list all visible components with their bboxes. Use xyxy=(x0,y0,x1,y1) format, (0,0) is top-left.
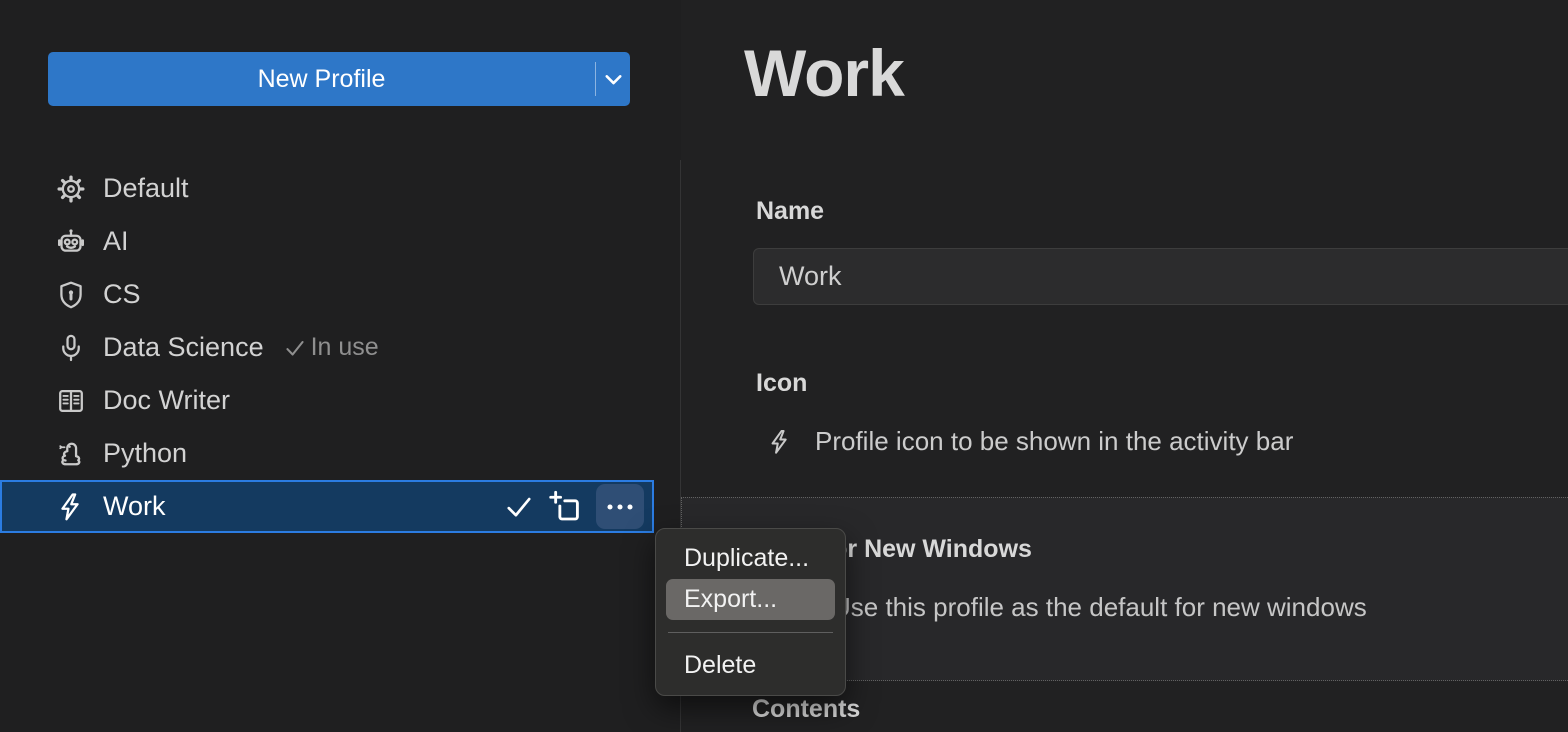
robot-icon xyxy=(55,226,87,258)
chevron-down-icon xyxy=(600,66,627,93)
zap-icon xyxy=(55,491,87,523)
menu-item-delete[interactable]: Delete xyxy=(666,645,835,686)
profile-row-data-science[interactable]: Data Science In use xyxy=(0,321,654,374)
menu-separator xyxy=(668,632,833,633)
profile-row-ai[interactable]: AI xyxy=(0,215,654,268)
profile-row-cs[interactable]: CS xyxy=(0,268,654,321)
new-window-button[interactable] xyxy=(548,489,584,525)
context-menu: Duplicate... Export... Delete xyxy=(655,528,846,696)
profile-row-default[interactable]: Default xyxy=(0,162,654,215)
mic-icon xyxy=(55,332,87,364)
in-use-badge: In use xyxy=(282,333,379,362)
new-windows-description: Use this profile as the default for new … xyxy=(832,592,1367,623)
profile-name: Python xyxy=(103,438,187,469)
contents-heading: Contents xyxy=(752,695,860,724)
profiles-sidebar: New Profile Default xyxy=(0,0,680,732)
profile-row-work[interactable]: Work xyxy=(0,480,654,533)
check-icon xyxy=(282,335,308,361)
menu-item-duplicate[interactable]: Duplicate... xyxy=(666,538,835,579)
shield-icon xyxy=(55,279,87,311)
profile-name: Work xyxy=(103,491,166,522)
name-label: Name xyxy=(756,197,824,226)
ellipsis-icon xyxy=(604,491,636,523)
snake-icon xyxy=(55,438,87,470)
profile-name: AI xyxy=(103,226,129,257)
profile-name-input[interactable] xyxy=(753,248,1568,305)
new-profile-button[interactable]: New Profile xyxy=(48,52,630,106)
profile-name: Doc Writer xyxy=(103,385,230,416)
new-profile-button-label[interactable]: New Profile xyxy=(48,52,595,106)
in-use-label: In use xyxy=(311,333,379,362)
profile-name: CS xyxy=(103,279,141,310)
gear-icon xyxy=(55,173,87,205)
profile-row-doc-writer[interactable]: Doc Writer xyxy=(0,374,654,427)
new-windows-row: Use this profile as the default for new … xyxy=(800,592,1367,623)
icon-label: Icon xyxy=(756,369,807,398)
book-icon xyxy=(55,385,87,417)
row-actions xyxy=(502,484,644,529)
active-check-icon xyxy=(502,490,536,524)
profile-list: Default AI xyxy=(0,162,654,533)
new-profile-dropdown[interactable] xyxy=(596,52,630,106)
zap-icon xyxy=(766,428,794,456)
menu-item-export[interactable]: Export... xyxy=(666,579,835,620)
profile-name: Default xyxy=(103,173,189,204)
profile-name: Data Science xyxy=(103,332,264,363)
more-actions-button[interactable] xyxy=(596,484,644,529)
icon-description: Profile icon to be shown in the activity… xyxy=(815,426,1293,457)
page-title: Work xyxy=(744,40,904,106)
icon-row[interactable]: Profile icon to be shown in the activity… xyxy=(766,426,1293,457)
profile-row-python[interactable]: Python xyxy=(0,427,654,480)
